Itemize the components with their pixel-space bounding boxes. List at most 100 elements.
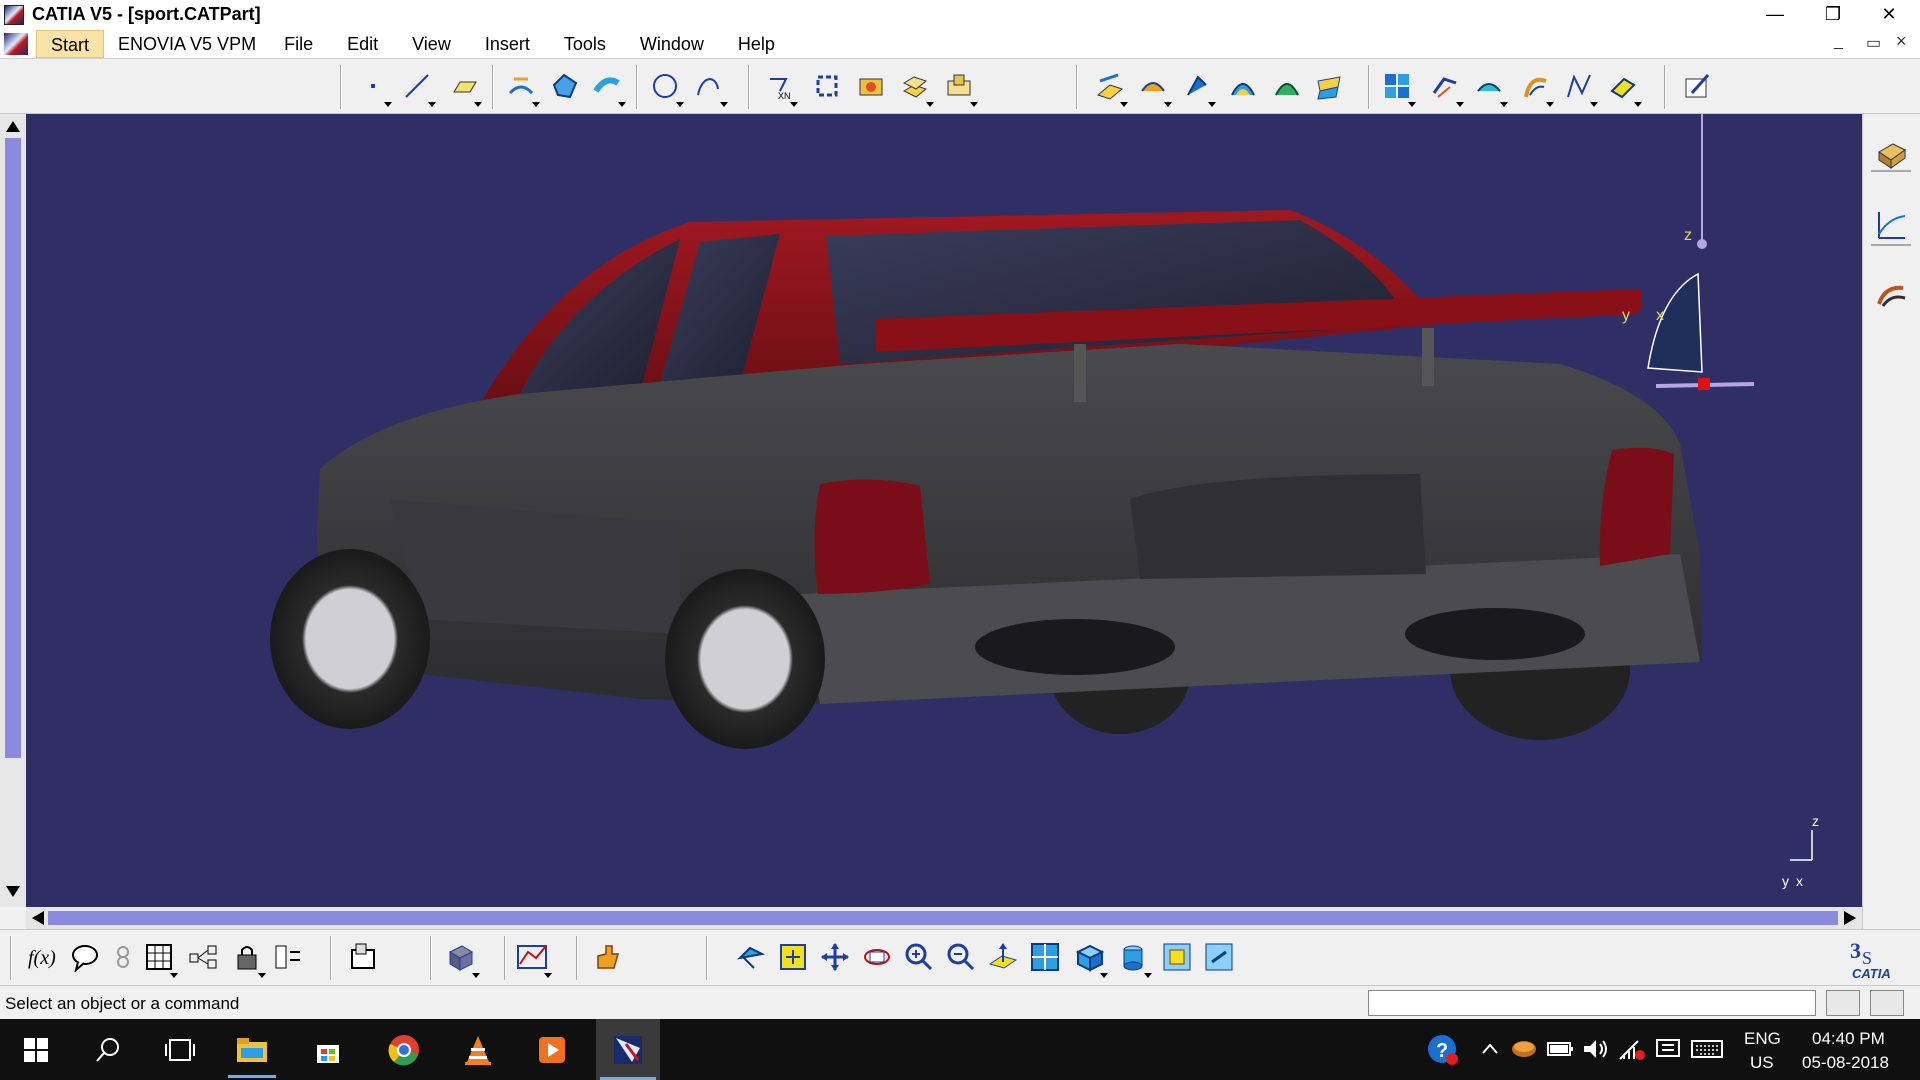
- translate-icon[interactable]: [1312, 69, 1346, 103]
- windows-start-icon[interactable]: [4, 1019, 68, 1080]
- hand-icon[interactable]: [590, 940, 624, 974]
- sketch-icon[interactable]: [1680, 69, 1714, 103]
- join-icon[interactable]: [810, 69, 844, 103]
- region-indicator[interactable]: US: [1750, 1053, 1774, 1073]
- action-center-icon[interactable]: [1654, 1037, 1682, 1061]
- clock-date[interactable]: 05-08-2018: [1802, 1053, 1889, 1073]
- keyboard-icon[interactable]: [1690, 1037, 1724, 1061]
- plane-icon[interactable]: [446, 69, 482, 107]
- doc-close-button[interactable]: ×: [1896, 31, 1907, 52]
- horizontal-scrollbar[interactable]: [26, 907, 1862, 929]
- trim-icon[interactable]: [1180, 69, 1216, 107]
- extrude-surface-icon[interactable]: [504, 69, 540, 107]
- swap-icon[interactable]: [1202, 940, 1236, 974]
- show-hidden-icons-chevron-icon[interactable]: [1480, 1037, 1500, 1061]
- intersect-icon[interactable]: [1092, 69, 1128, 107]
- document-icon[interactable]: [4, 32, 28, 55]
- spline-icon[interactable]: [692, 69, 728, 107]
- menu-help[interactable]: Help: [724, 30, 789, 58]
- normal-view-icon[interactable]: [986, 940, 1020, 974]
- comment-icon[interactable]: [68, 940, 102, 974]
- task-view-icon[interactable]: [148, 1019, 212, 1080]
- part-body-icon[interactable]: [444, 940, 480, 978]
- command-input[interactable]: [1368, 990, 1816, 1016]
- car-model-render[interactable]: z y x z y x: [0, 114, 1862, 907]
- fit-all-icon[interactable]: [776, 940, 810, 974]
- line-icon[interactable]: [400, 69, 436, 107]
- iso-view-icon[interactable]: [1072, 940, 1108, 978]
- menu-start[interactable]: Start: [36, 29, 105, 58]
- axis-icon[interactable]: [1606, 69, 1642, 107]
- network-icon[interactable]: [1618, 1037, 1646, 1061]
- project-icon[interactable]: XN: [762, 69, 798, 107]
- point-icon[interactable]: [356, 69, 392, 107]
- workbench-icon[interactable]: [1875, 138, 1909, 172]
- extract-icon[interactable]: [1518, 69, 1554, 107]
- status-button-1[interactable]: [1826, 990, 1860, 1016]
- lock-icon[interactable]: [230, 940, 266, 978]
- menu-insert[interactable]: Insert: [471, 30, 544, 58]
- scroll-right-arrow-icon[interactable]: [1842, 910, 1858, 926]
- tray-app-icon[interactable]: [1510, 1035, 1538, 1063]
- split-icon[interactable]: [1136, 69, 1172, 107]
- file-explorer-icon[interactable]: [220, 1019, 284, 1080]
- shape-fillet-icon[interactable]: [1270, 69, 1304, 103]
- menu-tools[interactable]: Tools: [550, 30, 620, 58]
- scroll-left-arrow-icon[interactable]: [30, 910, 46, 926]
- knowledge-icon[interactable]: [106, 940, 140, 974]
- chrome-icon[interactable]: [372, 1019, 436, 1080]
- store-icon[interactable]: [296, 1019, 360, 1080]
- vertical-scrollbar[interactable]: [0, 114, 26, 907]
- zoom-out-icon[interactable]: [944, 940, 978, 974]
- sweep-analysis-icon[interactable]: [1875, 278, 1909, 312]
- doc-minimize-button[interactable]: _: [1834, 33, 1843, 51]
- language-indicator[interactable]: ENG: [1744, 1029, 1781, 1049]
- formula-icon[interactable]: f(x): [26, 940, 60, 974]
- circle-icon[interactable]: [648, 69, 684, 107]
- status-button-2[interactable]: [1870, 990, 1904, 1016]
- blend-icon[interactable]: [942, 69, 978, 107]
- horizontal-scroll-thumb[interactable]: [48, 911, 1838, 925]
- near-icon[interactable]: [1562, 69, 1598, 107]
- minimize-button[interactable]: —: [1752, 0, 1798, 29]
- close-button[interactable]: ✕: [1866, 0, 1912, 29]
- graph-icon[interactable]: [1875, 208, 1909, 242]
- tree-icon[interactable]: [186, 940, 220, 974]
- media-player-icon[interactable]: [520, 1019, 584, 1080]
- hide-show-icon[interactable]: [1160, 940, 1194, 974]
- multi-view-icon[interactable]: [1028, 940, 1062, 974]
- clock-time[interactable]: 04:40 PM: [1812, 1029, 1885, 1049]
- menu-edit[interactable]: Edit: [333, 30, 392, 58]
- scroll-up-arrow-icon[interactable]: [5, 118, 21, 134]
- compass[interactable]: z y x: [1622, 114, 1755, 390]
- battery-icon[interactable]: [1546, 1037, 1574, 1061]
- search-icon[interactable]: [76, 1019, 140, 1080]
- shading-icon[interactable]: [1116, 940, 1152, 978]
- menu-enovia[interactable]: ENOVIA V5 VPM: [104, 30, 270, 58]
- rotate-icon[interactable]: [860, 940, 894, 974]
- doc-restore-button[interactable]: ▭: [1866, 33, 1881, 53]
- sweep-icon[interactable]: [854, 69, 888, 103]
- offset-icon[interactable]: [590, 69, 626, 107]
- volume-icon[interactable]: [1582, 1037, 1610, 1061]
- menu-window[interactable]: Window: [626, 30, 718, 58]
- restore-button[interactable]: ❐: [1810, 0, 1856, 29]
- fly-icon[interactable]: [734, 940, 768, 974]
- zoom-in-icon[interactable]: [902, 940, 936, 974]
- table-icon[interactable]: [142, 940, 178, 978]
- catalog-icon[interactable]: [346, 940, 380, 974]
- menu-view[interactable]: View: [398, 30, 465, 58]
- extrapolate-icon[interactable]: [1428, 69, 1464, 107]
- vertical-scroll-thumb[interactable]: [5, 138, 21, 758]
- fill-icon[interactable]: [548, 69, 582, 103]
- pattern-icon[interactable]: [1380, 69, 1416, 107]
- 3d-viewport[interactable]: z y x z y x: [0, 114, 1862, 907]
- pan-icon[interactable]: [818, 940, 852, 974]
- fillet-icon[interactable]: [1226, 69, 1260, 103]
- catia-task-icon[interactable]: [596, 1019, 660, 1080]
- boundary-icon[interactable]: [1472, 69, 1508, 107]
- vlc-icon[interactable]: [446, 1019, 510, 1080]
- params-icon[interactable]: [272, 940, 306, 974]
- analysis-icon[interactable]: [516, 940, 552, 978]
- scroll-down-arrow-icon[interactable]: [5, 884, 21, 900]
